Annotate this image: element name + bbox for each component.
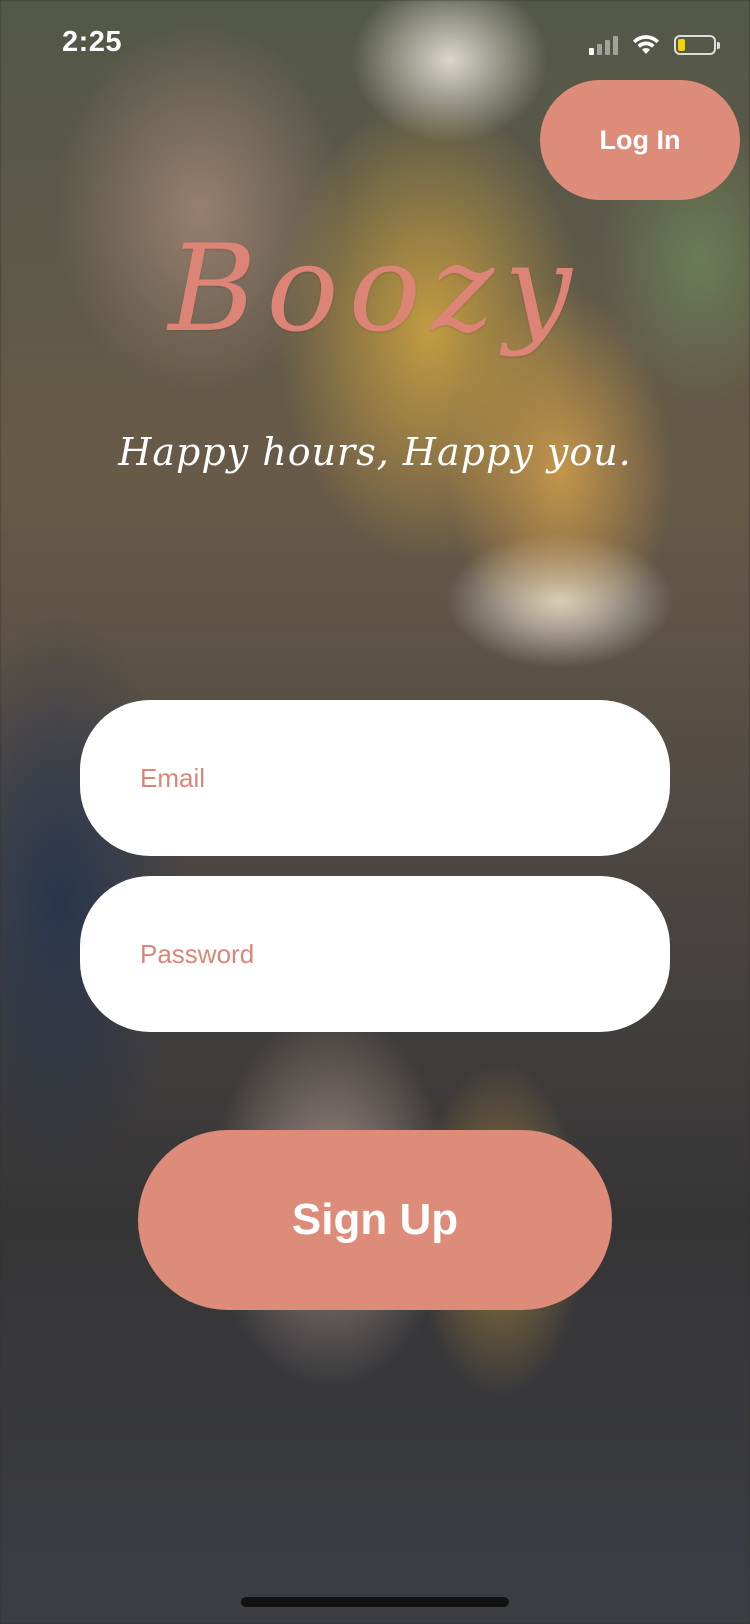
cellular-signal-icon (589, 35, 618, 55)
email-input[interactable] (140, 700, 670, 856)
password-input[interactable] (140, 876, 670, 1032)
password-field[interactable] (80, 876, 670, 1032)
login-button[interactable]: Log In (540, 80, 740, 200)
battery-level (678, 39, 686, 51)
status-bar: 2:25 (0, 0, 750, 90)
battery-icon (674, 35, 720, 55)
home-indicator[interactable] (241, 1597, 509, 1607)
email-field[interactable] (80, 700, 670, 856)
status-icons (589, 34, 720, 56)
wifi-icon (633, 35, 659, 54)
signup-button[interactable]: Sign Up (138, 1130, 612, 1310)
app-title: Boozy (168, 220, 582, 359)
app-tagline: Happy hours, Happy you. (118, 430, 632, 474)
status-time: 2:25 (62, 26, 123, 58)
